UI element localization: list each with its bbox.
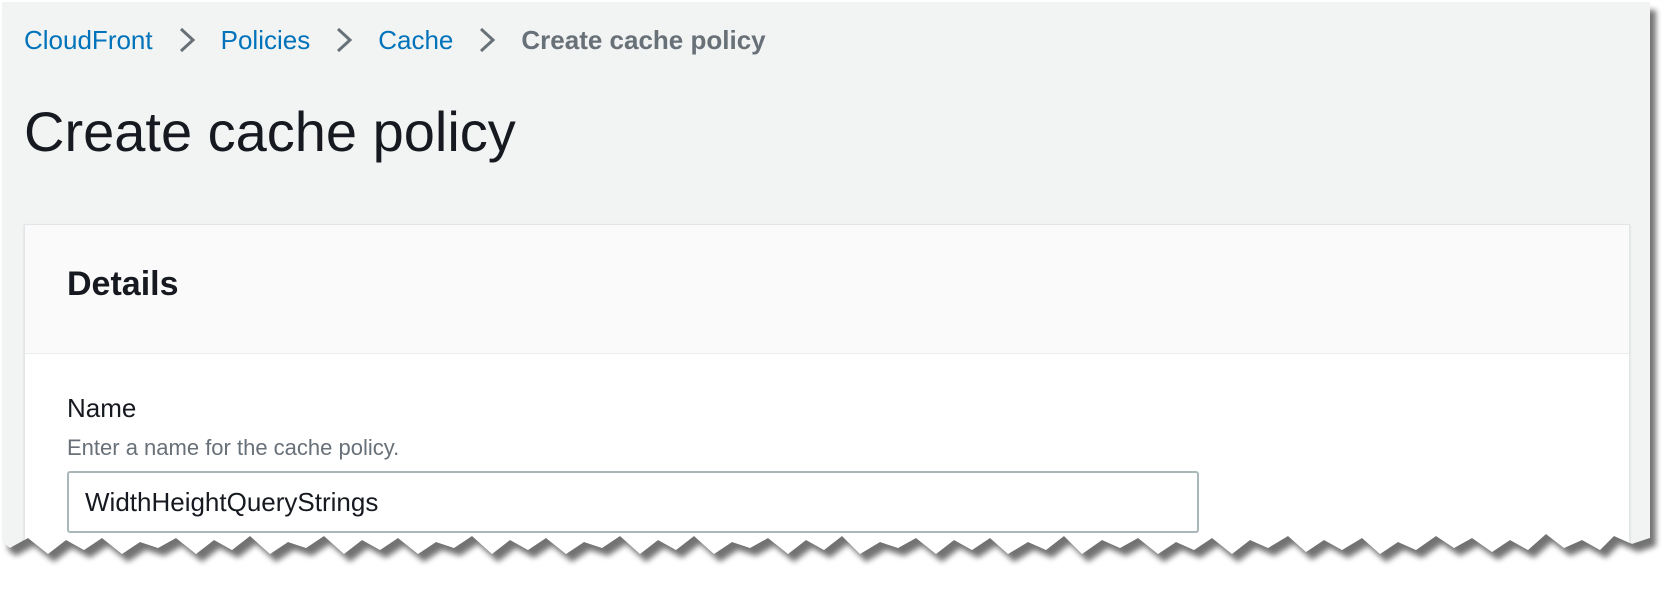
breadcrumb-cache-link[interactable]: Cache xyxy=(378,22,453,58)
screenshot-frame: CloudFront Policies Cache Create cache p… xyxy=(0,0,1672,610)
name-description: Enter a name for the cache policy. xyxy=(67,435,400,460)
chevron-right-icon xyxy=(175,26,199,54)
screenshot: CloudFront Policies Cache Create cache p… xyxy=(2,2,1650,592)
details-panel-header: Details xyxy=(25,225,1629,354)
breadcrumb-cloudfront-link[interactable]: CloudFront xyxy=(24,22,153,58)
breadcrumb-policies-link[interactable]: Policies xyxy=(221,22,311,58)
details-panel: Details Name Enter a name for the cache … xyxy=(24,224,1630,592)
chevron-right-icon xyxy=(332,26,356,54)
name-label: Name xyxy=(67,393,137,423)
breadcrumb: CloudFront Policies Cache Create cache p… xyxy=(24,22,766,58)
chevron-right-icon xyxy=(475,26,499,54)
breadcrumb-current: Create cache policy xyxy=(521,25,766,55)
name-input[interactable] xyxy=(67,471,1199,533)
page-title: Create cache policy xyxy=(24,100,516,163)
details-title: Details xyxy=(67,265,179,303)
